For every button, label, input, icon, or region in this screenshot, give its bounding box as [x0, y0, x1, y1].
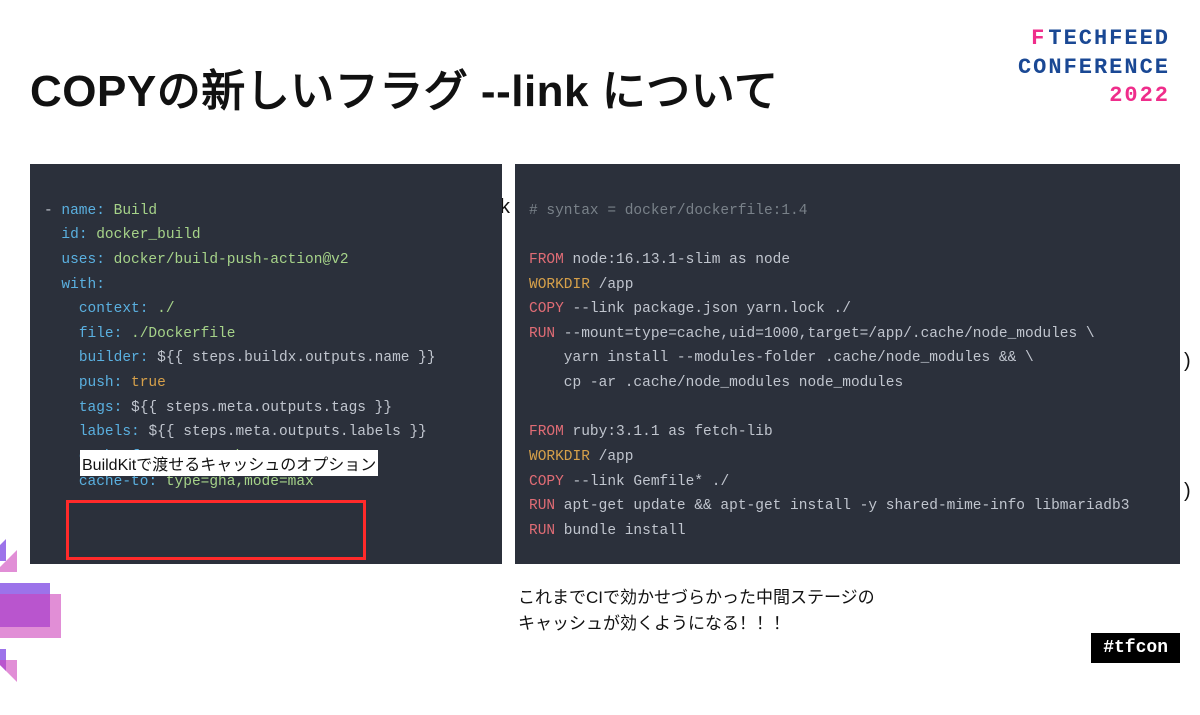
- conference-logo: FTECHFEED CONFERENCE 2022: [1018, 25, 1170, 111]
- hashtag-badge: #tfcon: [1091, 633, 1180, 663]
- peek-text: ): [1184, 480, 1191, 503]
- yaml-code-block: - name: Build id: docker_build uses: doc…: [30, 164, 502, 564]
- peek-text: ): [1184, 350, 1191, 373]
- caption-text: これまでCIで効かせづらかった中間ステージの キャッシュが効くようになる！！！: [518, 585, 875, 636]
- dockerfile-code-block: # syntax = docker/dockerfile:1.4 FROM no…: [515, 164, 1180, 564]
- annotation-label: BuildKitで渡せるキャッシュのオプション: [80, 450, 378, 476]
- slide-title: COPYの新しいフラグ --link について: [30, 55, 778, 119]
